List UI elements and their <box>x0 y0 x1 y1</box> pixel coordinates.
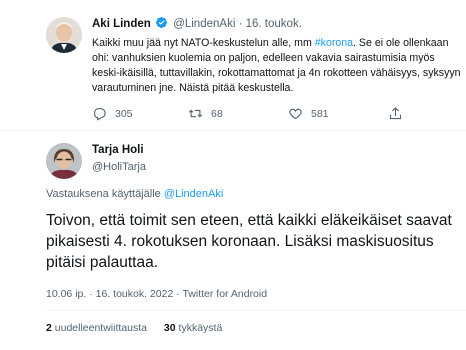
replying-to-label: Vastauksena käyttäjälle <box>46 188 164 200</box>
tweet-stats: 2 uudelleentwiittausta 30 tykkäystä <box>46 322 222 334</box>
reply-author-handle[interactable]: @HoliTarja <box>92 160 146 175</box>
retweet-button[interactable]: 68 <box>188 106 223 121</box>
tweet-header: Aki Linden @LindenAki · 16. toukok. <box>92 16 462 32</box>
likes-stat[interactable]: 30 tykkäystä <box>164 322 222 334</box>
reply-count: 305 <box>115 107 133 120</box>
verified-badge-icon <box>155 16 168 29</box>
retweets-stat-label: uudelleentwiittausta <box>54 322 147 334</box>
tweet-full-date[interactable]: 16. toukok. 2022 <box>96 288 174 300</box>
reply-button[interactable]: 305 <box>92 106 133 121</box>
tweet-time[interactable]: 10.06 ip. <box>46 288 86 300</box>
tweet-source[interactable]: Twitter for Android <box>182 288 267 300</box>
separator-dot: · <box>238 18 243 30</box>
likes-stat-label: tykkäystä <box>178 322 223 334</box>
separator-dot: · <box>176 288 180 300</box>
retweet-icon <box>188 109 203 118</box>
likes-stat-count: 30 <box>163 322 176 334</box>
focused-tweet-text: Toivon, että toimit sen eteen, että kaik… <box>46 212 452 271</box>
like-button[interactable]: 581 <box>288 106 329 121</box>
share-button[interactable] <box>388 106 403 121</box>
tweet-date[interactable]: 16. toukok. <box>246 18 302 30</box>
separator-dot: · <box>89 288 93 300</box>
replying-to-handle[interactable]: @LindenAki <box>164 188 223 200</box>
heart-icon <box>289 108 302 120</box>
replying-to: Vastauksena käyttäjälle @LindenAki <box>46 188 223 200</box>
reply-author-name[interactable]: Tarja Holi <box>92 143 146 158</box>
divider <box>46 310 466 311</box>
tweet-text-part: Kaikki muu jää nyt NATO-keskustelun alle… <box>92 37 315 49</box>
hashtag-link[interactable]: #korona <box>315 37 353 49</box>
retweet-count: 68 <box>211 107 223 120</box>
share-icon <box>389 107 402 120</box>
retweets-stat[interactable]: 2 uudelleentwiittausta <box>46 322 147 334</box>
avatar-aki-linden[interactable] <box>46 17 82 53</box>
tweet-actions: 305 68 581 <box>92 106 402 122</box>
author-name[interactable]: Aki Linden <box>92 18 151 30</box>
author-handle[interactable]: @LindenAki <box>173 18 235 30</box>
tweet-metadata: 10.06 ip. · 16. toukok. 2022 · Twitter f… <box>46 288 267 300</box>
like-count: 581 <box>311 107 329 120</box>
reply-author[interactable]: Tarja Holi @HoliTarja <box>92 143 146 175</box>
tweet-text: Kaikki muu jää nyt NATO-keskustelun alle… <box>92 36 462 96</box>
avatar-tarja-holi[interactable] <box>46 143 82 179</box>
parent-tweet[interactable]: Aki Linden @LindenAki · 16. toukok. Kaik… <box>0 0 466 131</box>
retweets-stat-count: 2 <box>46 322 52 334</box>
reply-icon <box>93 107 106 121</box>
